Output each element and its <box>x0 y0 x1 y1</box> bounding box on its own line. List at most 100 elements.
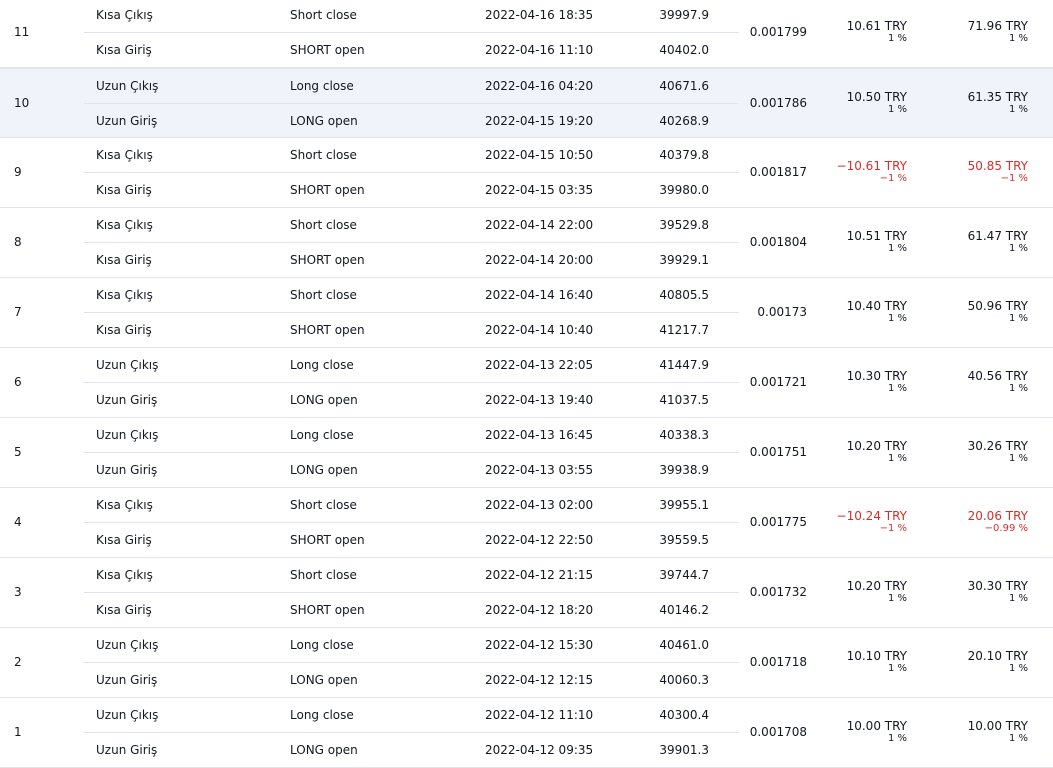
trade-signal: Long close <box>290 708 354 722</box>
trade-price: 40338.3 <box>659 428 709 442</box>
profit-value: 10.61 TRY <box>846 19 907 33</box>
trade-number: 10 <box>14 96 30 110</box>
trade-row[interactable]: 8 Kısa Çıkış Short close 2022-04-14 22:0… <box>0 208 1053 278</box>
trade-row[interactable]: 10 Uzun Çıkış Long close 2022-04-16 04:2… <box>0 68 1053 138</box>
trade-row[interactable]: 4 Kısa Çıkış Short close 2022-04-13 02:0… <box>0 488 1053 558</box>
profit-value: −10.24 TRY <box>836 509 907 523</box>
contracts-value: 0.001721 <box>749 375 807 389</box>
trade-date: 2022-04-12 11:10 <box>485 708 594 722</box>
trade-row[interactable]: 1 Uzun Çıkış Long close 2022-04-12 11:10… <box>0 698 1053 768</box>
profit-percent: 1 % <box>887 313 907 324</box>
trade-entry-row: Kısa Giriş SHORT open 2022-04-16 11:10 4… <box>84 33 739 67</box>
cumulative-profit-cell: 50.96 TRY 1 % <box>968 299 1028 325</box>
trade-number: 4 <box>14 515 22 529</box>
trade-number: 9 <box>14 165 22 179</box>
contracts-value: 0.001775 <box>749 515 807 529</box>
trade-type: Kısa Çıkış <box>96 288 153 302</box>
trade-date: 2022-04-14 22:00 <box>485 218 594 232</box>
contracts-value: 0.001817 <box>749 165 807 179</box>
trade-price: 40060.3 <box>659 673 709 687</box>
cumulative-profit-cell: 30.30 TRY 1 % <box>968 579 1028 605</box>
trade-number: 1 <box>14 725 22 739</box>
trade-date: 2022-04-12 09:35 <box>485 743 594 757</box>
profit-value: 10.20 TRY <box>846 439 907 453</box>
trade-type: Kısa Giriş <box>96 253 152 267</box>
trade-price: 39938.9 <box>659 463 709 477</box>
trade-row[interactable]: 3 Kısa Çıkış Short close 2022-04-12 21:1… <box>0 558 1053 628</box>
cumulative-profit-value: 20.10 TRY <box>967 649 1028 663</box>
cumulative-profit-cell: 50.85 TRY −1 % <box>968 159 1028 185</box>
profit-cell: 10.50 TRY 1 % <box>847 90 907 116</box>
trade-signal: LONG open <box>290 114 358 128</box>
trade-price: 40268.9 <box>659 114 709 128</box>
trade-signal: SHORT open <box>290 533 365 547</box>
profit-percent: 1 % <box>887 733 907 744</box>
trade-price: 39559.5 <box>659 533 709 547</box>
trade-number: 2 <box>14 655 22 669</box>
trade-date: 2022-04-16 11:10 <box>485 43 594 57</box>
trade-price: 40402.0 <box>659 43 709 57</box>
trade-type: Uzun Giriş <box>96 743 158 757</box>
trade-date: 2022-04-13 03:55 <box>485 463 594 477</box>
trade-type: Kısa Giriş <box>96 603 152 617</box>
profit-cell: 10.61 TRY 1 % <box>847 19 907 45</box>
trade-exit-row: Kısa Çıkış Short close 2022-04-14 16:40 … <box>84 278 739 313</box>
trade-signal: SHORT open <box>290 253 365 267</box>
cumulative-profit-value: 61.47 TRY <box>967 229 1028 243</box>
trade-row[interactable]: 6 Uzun Çıkış Long close 2022-04-13 22:05… <box>0 348 1053 418</box>
profit-cell: 10.10 TRY 1 % <box>847 649 907 675</box>
trade-type: Uzun Çıkış <box>96 428 159 442</box>
trade-price: 39744.7 <box>659 568 709 582</box>
trade-list: 11 Kısa Çıkış Short close 2022-04-16 18:… <box>0 0 1053 768</box>
trade-type: Kısa Çıkış <box>96 148 153 162</box>
trade-price: 40461.0 <box>659 638 709 652</box>
trade-date: 2022-04-14 10:40 <box>485 323 594 337</box>
trade-row[interactable]: 11 Kısa Çıkış Short close 2022-04-16 18:… <box>0 0 1053 68</box>
cumulative-profit-cell: 61.35 TRY 1 % <box>968 90 1028 116</box>
trade-row[interactable]: 9 Kısa Çıkış Short close 2022-04-15 10:5… <box>0 138 1053 208</box>
trade-exit-row: Kısa Çıkış Short close 2022-04-15 10:50 … <box>84 138 739 173</box>
trade-date: 2022-04-12 12:15 <box>485 673 594 687</box>
profit-cell: 10.20 TRY 1 % <box>847 439 907 465</box>
trade-entry-row: Kısa Giriş SHORT open 2022-04-14 20:00 3… <box>84 243 739 277</box>
profit-percent: 1 % <box>887 243 907 254</box>
cumulative-profit-value: 40.56 TRY <box>967 369 1028 383</box>
trade-date: 2022-04-16 04:20 <box>485 79 594 93</box>
trade-type: Kısa Çıkış <box>96 218 153 232</box>
cumulative-profit-value: 71.96 TRY <box>967 19 1028 33</box>
trade-price: 41217.7 <box>659 323 709 337</box>
trade-row[interactable]: 5 Uzun Çıkış Long close 2022-04-13 16:45… <box>0 418 1053 488</box>
profit-percent: 1 % <box>887 383 907 394</box>
cumulative-profit-value: 30.26 TRY <box>967 439 1028 453</box>
trade-date: 2022-04-12 22:50 <box>485 533 594 547</box>
trade-date: 2022-04-12 15:30 <box>485 638 594 652</box>
cumulative-profit-cell: 20.06 TRY −0.99 % <box>968 509 1028 535</box>
trade-number: 6 <box>14 375 22 389</box>
trade-row[interactable]: 2 Uzun Çıkış Long close 2022-04-12 15:30… <box>0 628 1053 698</box>
profit-value: 10.30 TRY <box>846 369 907 383</box>
cumulative-profit-percent: −0.99 % <box>984 523 1028 534</box>
trade-date: 2022-04-14 20:00 <box>485 253 594 267</box>
cumulative-profit-percent: −1 % <box>1000 173 1028 184</box>
cumulative-profit-value: 50.96 TRY <box>967 299 1028 313</box>
cumulative-profit-cell: 10.00 TRY 1 % <box>968 719 1028 745</box>
trade-type: Uzun Çıkış <box>96 358 159 372</box>
trade-signal: LONG open <box>290 673 358 687</box>
contracts-value: 0.001799 <box>749 25 807 39</box>
trade-signal: Long close <box>290 79 354 93</box>
trade-exit-row: Uzun Çıkış Long close 2022-04-12 11:10 4… <box>84 698 739 733</box>
trade-signal: Short close <box>290 8 357 22</box>
trade-date: 2022-04-13 16:45 <box>485 428 594 442</box>
trade-type: Uzun Çıkış <box>96 638 159 652</box>
trade-type: Kısa Giriş <box>96 533 152 547</box>
trade-row[interactable]: 7 Kısa Çıkış Short close 2022-04-14 16:4… <box>0 278 1053 348</box>
cumulative-profit-percent: 1 % <box>1008 104 1028 115</box>
profit-cell: −10.61 TRY −1 % <box>837 159 907 185</box>
trade-date: 2022-04-13 22:05 <box>485 358 594 372</box>
trade-date: 2022-04-15 03:35 <box>485 183 594 197</box>
contracts-value: 0.001804 <box>749 235 807 249</box>
trade-price: 39980.0 <box>659 183 709 197</box>
trade-type: Kısa Giriş <box>96 323 152 337</box>
cumulative-profit-percent: 1 % <box>1008 663 1028 674</box>
profit-value: 10.51 TRY <box>846 229 907 243</box>
